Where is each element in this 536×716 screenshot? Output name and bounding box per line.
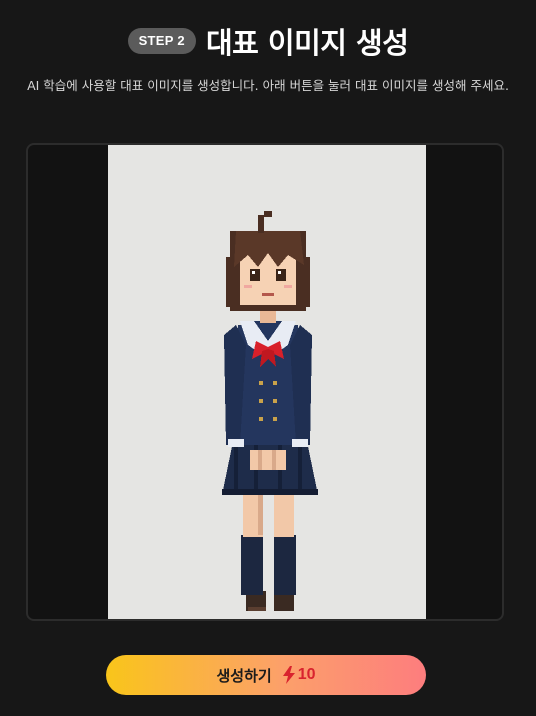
cost-indicator: 10 — [282, 666, 316, 684]
generated-character-image — [108, 145, 426, 619]
page-title: 대표 이미지 생성 — [205, 26, 409, 60]
representative-image-preview — [26, 143, 504, 621]
cost-value: 10 — [297, 666, 316, 683]
step-badge: STEP 2 — [127, 28, 196, 54]
page-header: STEP 2 대표 이미지 생성 — [0, 20, 536, 62]
generate-button-label: 생성하기 — [216, 667, 272, 685]
character-illustration — [222, 211, 318, 611]
generate-button[interactable]: 생성하기 10 — [106, 655, 426, 695]
lightning-icon — [282, 666, 295, 684]
page-description: AI 학습에 사용할 대표 이미지를 생성합니다. 아래 버튼을 눌러 대표 이… — [27, 78, 509, 93]
